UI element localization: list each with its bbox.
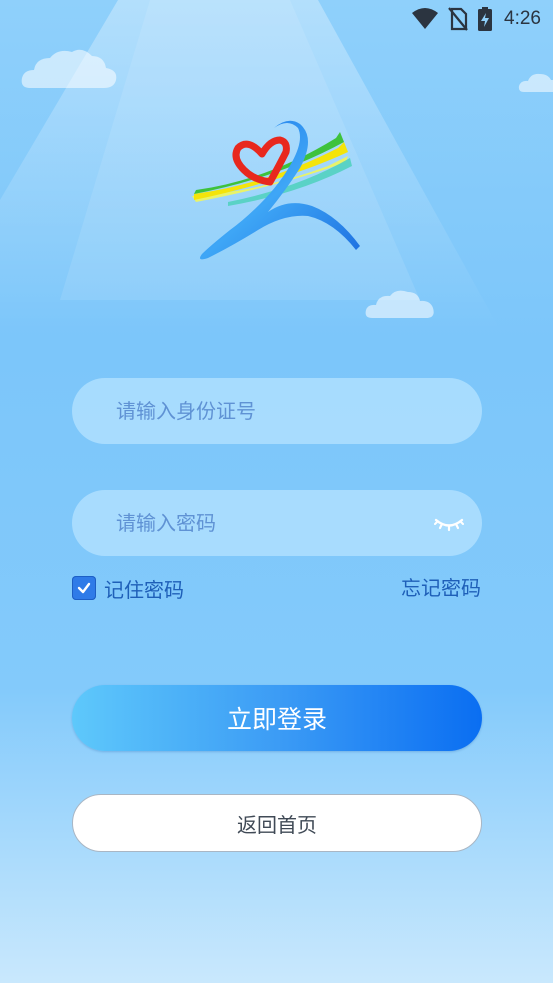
password-input[interactable]: [116, 490, 416, 556]
id-number-field-container: [72, 378, 482, 444]
forgot-password-link[interactable]: 忘记密码: [401, 572, 481, 601]
no-sim-icon: [448, 7, 468, 31]
status-time: 4:26: [504, 8, 541, 29]
cloud-icon: [365, 290, 434, 318]
app-logo: [192, 120, 360, 260]
password-field-container: [72, 490, 482, 556]
eye-closed-icon[interactable]: [434, 511, 464, 535]
login-screen: 4:26 请输入身份证号 记住密码 忘记密码 立即登录 返回首页: [0, 0, 553, 983]
remember-checkbox[interactable]: [72, 576, 96, 600]
back-home-button[interactable]: 返回首页: [72, 794, 482, 852]
wifi-icon: [412, 8, 439, 29]
cloud-icon: [21, 49, 117, 88]
cloud-icon: [518, 73, 553, 92]
login-button[interactable]: 立即登录: [72, 685, 482, 751]
id-number-input[interactable]: [116, 378, 416, 444]
checkmark-icon: [77, 582, 91, 594]
battery-charging-icon: [478, 7, 493, 31]
remember-password-label: 记住密码: [104, 577, 184, 602]
status-bar: 4:26: [0, 0, 553, 38]
remember-password-toggle[interactable]: 记住密码: [72, 575, 184, 602]
